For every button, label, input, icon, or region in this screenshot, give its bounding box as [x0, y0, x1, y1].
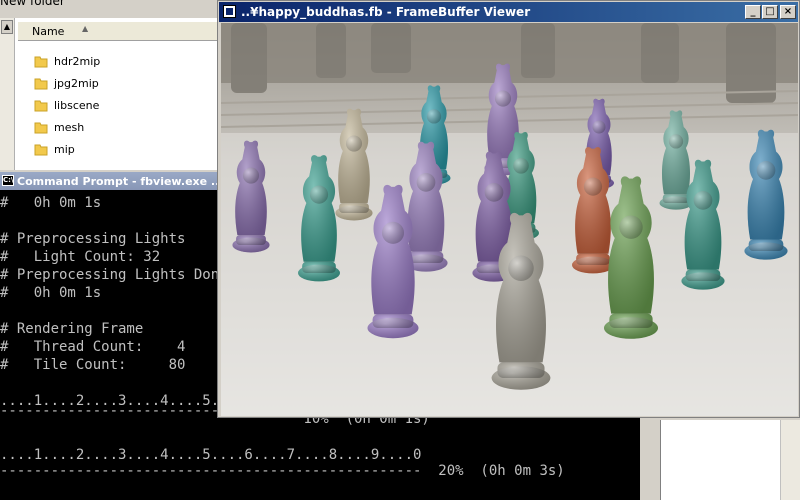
console-line: ----------------------------------------… — [0, 463, 565, 479]
explorer-window: New folder ▲ Name ▲ hair_shader hdr2mip … — [0, 0, 218, 170]
app-icon — [223, 5, 236, 18]
console-line: # Tile Count: 80 — [0, 357, 186, 373]
name-column-label: Name — [32, 25, 65, 38]
console-line: # Preprocessing Lights — [0, 231, 186, 247]
minimize-button[interactable]: _ — [745, 5, 761, 19]
maximize-button[interactable]: □ — [762, 5, 778, 19]
folder-label: mesh — [54, 121, 85, 134]
new-folder-menu-item[interactable]: New folder — [0, 0, 65, 8]
explorer-menu-bar: New folder — [0, 0, 218, 18]
console-icon: C:\ — [2, 175, 14, 186]
name-column-header[interactable]: Name ▲ — [18, 22, 218, 41]
background-scrollbar[interactable] — [780, 420, 800, 500]
rendered-image — [221, 23, 798, 416]
explorer-scrollbar[interactable]: ▲ — [0, 18, 15, 170]
viewer-title-bar[interactable]: ..¥happy_buddhas.fb - FrameBuffer Viewer… — [219, 2, 798, 22]
console-line: # 0h 0m 1s — [0, 195, 102, 211]
background-window-pane — [660, 420, 781, 500]
console-line: # Preprocessing Lights Done — [0, 267, 228, 283]
console-line: # Thread Count: 4 — [0, 339, 186, 355]
viewer-title: ..¥happy_buddhas.fb - FrameBuffer Viewer — [241, 5, 531, 19]
console-line: # Light Count: 32 — [0, 249, 161, 265]
console-line: # Rendering Frame — [0, 321, 144, 337]
command-prompt-title-bar[interactable]: C:\ Command Prompt - fbview.exe ..¥happy… — [0, 172, 341, 190]
folder-icon — [34, 100, 48, 112]
folder-icon — [34, 122, 48, 134]
folder-icon — [34, 56, 48, 68]
framebuffer-viewer-window[interactable]: ..¥happy_buddhas.fb - FrameBuffer Viewer… — [217, 0, 800, 418]
scroll-up-icon[interactable]: ▲ — [1, 20, 13, 34]
console-line: # 0h 0m 1s — [0, 285, 102, 301]
folder-label: jpg2mip — [54, 77, 99, 90]
buddha-render-scene — [221, 23, 798, 416]
folder-label: hdr2mip — [54, 55, 101, 68]
folder-label: mip — [54, 143, 75, 156]
close-button[interactable]: × — [780, 5, 796, 19]
folder-icon — [34, 78, 48, 90]
folder-icon — [34, 144, 48, 156]
folder-label: libscene — [54, 99, 100, 112]
sort-ascending-icon: ▲ — [82, 24, 89, 33]
